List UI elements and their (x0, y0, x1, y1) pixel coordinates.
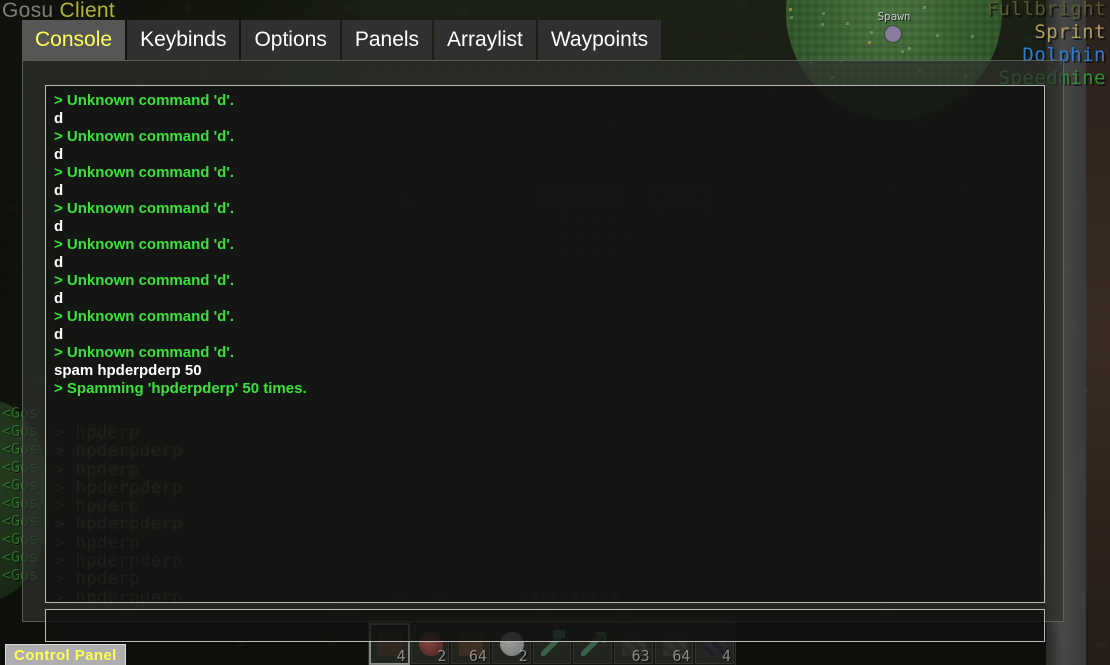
world-block (134, 9, 138, 16)
tab-arraylist[interactable]: Arraylist (434, 20, 536, 60)
console-input[interactable] (45, 609, 1045, 642)
world-block (1084, 388, 1089, 393)
hotbar-slot-count: 64 (468, 647, 488, 665)
console-line: > Unknown command 'd'. (54, 128, 235, 145)
hotbar-slot-count: 4 (722, 647, 732, 665)
tab-panels[interactable]: Panels (341, 20, 433, 60)
tab-label: Panels (354, 28, 420, 51)
world-block (186, 4, 191, 13)
faded-chat-line: > hpderp (54, 496, 140, 517)
faded-chat-line: > hpderpderp (54, 587, 183, 603)
faded-chat-line: > hpderpderp (54, 551, 183, 572)
tab-label: Keybinds (140, 28, 227, 51)
console-panel: > hpderp > hpderpderp > hpderp > hpderpderp… (22, 60, 1064, 642)
window-title-brand: Gosu (2, 0, 54, 22)
console-line: > Unknown command 'd'. (54, 272, 235, 289)
game-screen: Spawn [34] <Gos<Gos<Gos<Gos<Gos<Gos<Gos<… (0, 0, 1110, 665)
faded-chat-line: > hpderpderp (54, 514, 183, 535)
minimap-speck (923, 6, 926, 9)
hotbar-slot-count: 2 (437, 647, 447, 665)
tab-label: Waypoints (550, 28, 649, 51)
window-title-suffix: Client (59, 0, 116, 22)
console-line: d (54, 326, 64, 343)
console-line: d (54, 218, 64, 235)
hotbar-slot-count: 63 (631, 647, 650, 665)
console-line: > Unknown command 'd'. (54, 308, 235, 325)
tab-label: Options (254, 28, 327, 51)
world-block (1068, 323, 1077, 332)
tab-console[interactable]: Console (22, 20, 126, 60)
tab-label: Arraylist (447, 28, 523, 51)
faded-chat-line: > hpderpderp (54, 441, 183, 462)
tab-waypoints[interactable]: Waypoints (537, 20, 662, 60)
world-block (175, 3, 179, 13)
console-line: > Unknown command 'd'. (54, 344, 235, 361)
console-line: d (54, 182, 64, 199)
faded-chat-line: > hpderp (54, 459, 140, 480)
faded-chat-line: > hpderp (54, 569, 140, 590)
faded-chat-line: > hpderp (54, 423, 140, 443)
tab-options[interactable]: Options (241, 20, 340, 60)
control-panel-button[interactable]: Control Panel (5, 644, 126, 665)
console-line: > Unknown command 'd'. (54, 92, 235, 109)
client-gui: Gosu Client Console Keybinds Options Panels… (2, 0, 1064, 642)
world-block (740, 3, 747, 7)
world-block (456, 8, 469, 16)
console-line-list: > Unknown command 'd'. d > Unknown command… (54, 92, 1044, 398)
faded-chat-line: > hpderp (54, 532, 140, 553)
world-block (1067, 199, 1081, 204)
faded-chat-line: > hpderpderp (54, 477, 183, 498)
world-block (1097, 642, 1107, 648)
tab-keybinds[interactable]: Keybinds (127, 20, 240, 60)
console-line: d (54, 254, 64, 271)
console-line: d (54, 110, 64, 127)
console-faded-chat: > hpderp > hpderpderp > hpderp > hpderpderp… (54, 423, 183, 603)
hotbar-slot-count: 4 (396, 647, 406, 665)
console-line: > Unknown command 'd'. (54, 164, 235, 181)
console-output[interactable]: > hpderp > hpderpderp > hpderp > hpderpderp… (45, 85, 1045, 603)
console-line: d (54, 290, 64, 307)
console-line: > Spamming 'hpderpderp' 50 times. (54, 380, 307, 397)
hotbar-slot-count: 64 (672, 647, 691, 665)
tab-bar: Console Keybinds Options Panels Arraylist Way… (22, 20, 662, 60)
console-line: spam hpderpderp 50 (54, 362, 202, 379)
world-block (10, 204, 20, 212)
world-brown-wall (1086, 0, 1110, 665)
world-block (1088, 534, 1092, 537)
tab-label: Console (35, 28, 113, 51)
console-line: > Unknown command 'd'. (54, 200, 235, 217)
hotbar-slot-count: 2 (518, 647, 528, 665)
console-line: d (54, 146, 64, 163)
console-line: > Unknown command 'd'. (54, 236, 235, 253)
world-block (170, 660, 183, 663)
world-block (341, 3, 353, 12)
